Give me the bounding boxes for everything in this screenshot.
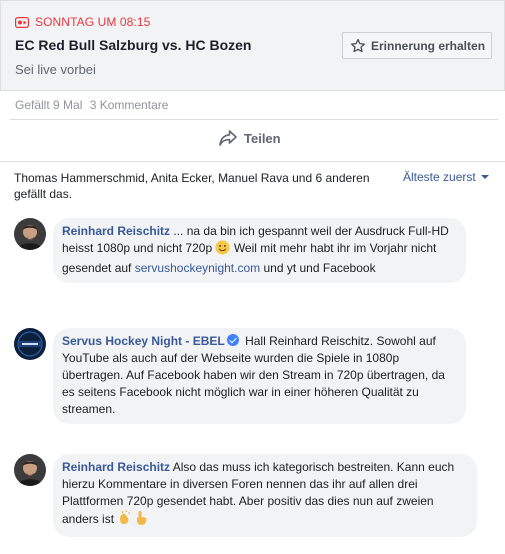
comment-link[interactable]: servushockeynight.com <box>135 261 260 275</box>
event-subtitle: Sei live vorbei <box>15 62 96 77</box>
sort-label: Älteste zuerst <box>403 170 476 184</box>
comments-section: Thomas Hammerschmid, Anita Ecker, Manuel… <box>0 161 505 554</box>
avatar[interactable] <box>14 328 46 360</box>
event-card: SONNTAG UM 08:15 EC Red Bull Salzburg vs… <box>0 0 505 91</box>
event-time-label: SONNTAG UM 08:15 <box>35 15 151 29</box>
live-video-icon <box>15 16 29 28</box>
avatar[interactable] <box>14 218 46 250</box>
likers-summary[interactable]: Thomas Hammerschmid, Anita Ecker, Manuel… <box>14 170 384 202</box>
comments-count[interactable]: 3 Kommentare <box>90 98 169 112</box>
star-icon <box>350 38 366 52</box>
clapping-hands-emoji <box>117 510 133 531</box>
comment-bubble: Reinhard Reischitz ... na da bin ich ges… <box>53 218 466 283</box>
share-arrow-icon <box>219 130 237 146</box>
chevron-down-icon <box>480 175 489 179</box>
remind-button-label: Erinnerung erhalten <box>371 38 486 53</box>
smile-emoji <box>215 240 230 260</box>
event-title[interactable]: EC Red Bull Salzburg vs. HC Bozen <box>15 37 251 53</box>
comment-text: und yt und Facebook <box>263 261 376 275</box>
share-button-label: Teilen <box>244 130 281 146</box>
divider <box>10 119 498 120</box>
comment-author[interactable]: Reinhard Reischitz <box>62 224 170 238</box>
remind-button[interactable]: Erinnerung erhalten <box>342 32 492 59</box>
share-button[interactable]: Teilen <box>218 129 281 147</box>
post-stats: Gefällt 9 Mal 3 Kommentare <box>15 98 172 112</box>
pointing-hand-emoji <box>133 510 149 531</box>
likes-count[interactable]: Gefällt 9 Mal <box>15 98 82 112</box>
verified-badge-icon <box>226 334 239 346</box>
comment-bubble: Reinhard Reischitz Also das muss ich kat… <box>53 454 477 537</box>
comment-bubble: Servus Hockey Night - EBEL Hall Reinhard… <box>53 328 466 424</box>
comment-author[interactable]: Servus Hockey Night - EBEL <box>62 334 225 348</box>
comment-author[interactable]: Reinhard Reischitz <box>62 460 170 474</box>
avatar[interactable] <box>14 454 46 486</box>
sort-dropdown[interactable]: Älteste zuerst <box>403 170 489 184</box>
event-time: SONNTAG UM 08:15 <box>15 15 150 29</box>
